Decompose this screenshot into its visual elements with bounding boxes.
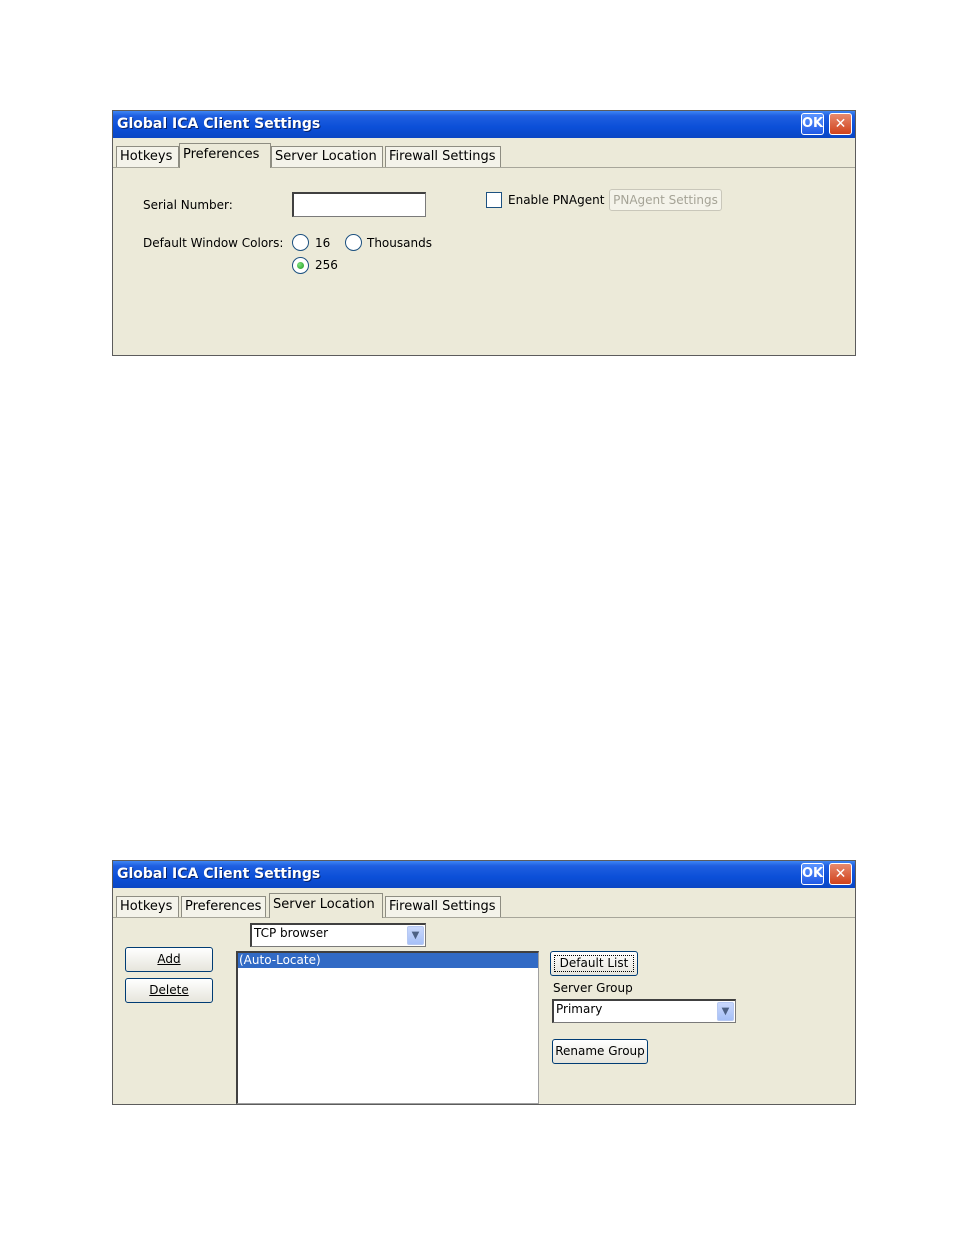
enable-pnagent-label: Enable PNAgent — [508, 193, 605, 207]
radio-16-colors[interactable] — [292, 234, 309, 251]
server-group-label: Server Group — [553, 981, 633, 995]
radio-selected-dot — [297, 262, 304, 269]
tab-firewall-settings[interactable]: Firewall Settings — [385, 146, 501, 167]
tab-strip: Hotkeys Preferences Server Location Fire… — [113, 893, 855, 918]
radio-thousands-colors[interactable] — [345, 234, 362, 251]
radio-256-colors[interactable] — [292, 257, 309, 274]
ok-button[interactable]: OK — [801, 113, 824, 135]
tab-firewall-settings[interactable]: Firewall Settings — [385, 896, 501, 917]
server-group-dropdown[interactable]: Primary ▼ — [552, 999, 736, 1023]
dialog-title: Global ICA Client Settings — [117, 866, 321, 882]
title-bar: Global ICA Client Settings OK ✕ — [113, 111, 855, 138]
tab-hotkeys[interactable]: Hotkeys — [116, 896, 179, 917]
default-window-colors-label: Default Window Colors: — [143, 236, 284, 250]
browser-protocol-dropdown[interactable]: TCP browser ▼ — [250, 923, 426, 947]
pnagent-settings-button[interactable]: PNAgent Settings — [609, 189, 722, 211]
close-icon[interactable]: ✕ — [829, 863, 852, 885]
radio-thousands-label: Thousands — [367, 236, 432, 250]
enable-pnagent-checkbox[interactable] — [486, 192, 502, 208]
chevron-down-icon: ▼ — [407, 926, 424, 945]
tab-strip: Hotkeys Preferences Server Location Fire… — [113, 143, 855, 168]
server-list[interactable]: (Auto-Locate) — [236, 951, 539, 1104]
rename-group-label: Rename Group — [555, 1044, 645, 1058]
list-item[interactable]: (Auto-Locate) — [238, 953, 538, 968]
dialog-title: Global ICA Client Settings — [117, 116, 321, 132]
delete-button[interactable]: Delete — [125, 978, 213, 1003]
tab-server-location[interactable]: Server Location — [271, 146, 383, 167]
tab-server-location[interactable]: Server Location — [269, 893, 383, 918]
rename-group-button[interactable]: Rename Group — [552, 1039, 648, 1064]
ok-button[interactable]: OK — [801, 863, 824, 885]
preferences-dialog: Global ICA Client Settings OK ✕ Hotkeys … — [112, 110, 856, 356]
server-group-value: Primary — [556, 1002, 603, 1016]
browser-protocol-value: TCP browser — [254, 926, 329, 940]
add-button[interactable]: Add — [125, 947, 213, 972]
tab-hotkeys[interactable]: Hotkeys — [116, 146, 179, 167]
add-button-label: Add — [157, 952, 181, 966]
radio-16-label: 16 — [315, 236, 331, 250]
server-location-dialog: Global ICA Client Settings OK ✕ Hotkeys … — [112, 860, 856, 1105]
tab-preferences[interactable]: Preferences — [181, 896, 266, 917]
focus-rect — [554, 955, 634, 972]
close-icon[interactable]: ✕ — [829, 113, 852, 135]
title-bar: Global ICA Client Settings OK ✕ — [113, 861, 855, 888]
default-list-button[interactable]: Default List — [550, 951, 638, 976]
radio-256-label: 256 — [315, 258, 338, 272]
serial-number-input[interactable] — [292, 192, 426, 217]
serial-number-label: Serial Number: — [143, 198, 233, 212]
delete-button-label: Delete — [149, 983, 189, 997]
tab-preferences[interactable]: Preferences — [179, 143, 271, 168]
chevron-down-icon: ▼ — [717, 1002, 734, 1021]
